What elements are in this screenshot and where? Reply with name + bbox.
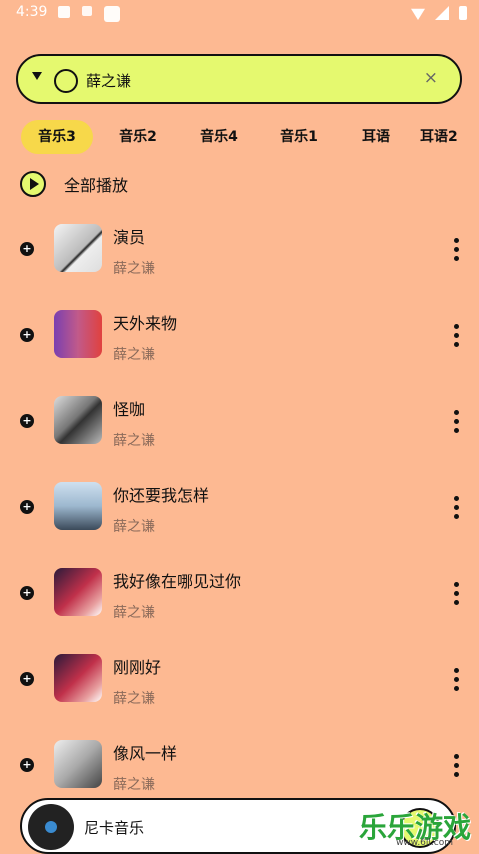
list-item[interactable]: + 怪咖 薛之谦	[0, 386, 479, 472]
add-icon[interactable]: +	[20, 414, 34, 428]
more-options-icon[interactable]	[453, 668, 461, 692]
more-options-icon[interactable]	[453, 410, 461, 434]
more-options-icon[interactable]	[453, 582, 461, 606]
watermark-url: www.6ll.com	[396, 838, 453, 848]
list-item[interactable]: + 演员 薛之谦	[0, 214, 479, 300]
song-title: 天外来物	[113, 314, 178, 333]
add-icon[interactable]: +	[20, 242, 34, 256]
song-title: 你还要我怎样	[113, 486, 210, 505]
song-artist: 薛之谦	[113, 347, 155, 363]
clear-search-icon[interactable]: ×	[424, 68, 438, 88]
more-options-icon[interactable]	[453, 754, 461, 778]
album-cover	[54, 224, 102, 272]
search-input[interactable]: 薛之谦	[86, 70, 131, 91]
album-cover	[54, 740, 102, 788]
keyboard-notification-icon	[82, 6, 92, 16]
play-all-label: 全部播放	[64, 176, 129, 195]
add-icon[interactable]: +	[20, 758, 34, 772]
song-title: 像风一样	[113, 744, 178, 763]
tab-music4[interactable]: 音乐4	[183, 120, 255, 154]
song-artist: 薛之谦	[113, 605, 155, 621]
more-options-icon[interactable]	[453, 496, 461, 520]
album-cover	[54, 396, 102, 444]
song-artist: 薛之谦	[113, 433, 155, 449]
more-options-icon[interactable]	[453, 238, 461, 262]
song-title: 演员	[113, 228, 146, 247]
song-title: 我好像在哪见过你	[113, 572, 242, 591]
play-all-button[interactable]: 全部播放	[20, 170, 128, 198]
song-title: 刚刚好	[113, 658, 162, 677]
battery-icon	[459, 6, 467, 20]
more-options-icon[interactable]	[453, 324, 461, 348]
signal-icon	[435, 6, 449, 20]
album-cover	[54, 568, 102, 616]
dropdown-arrow-icon[interactable]	[32, 72, 42, 80]
album-cover	[54, 310, 102, 358]
tab-music1[interactable]: 音乐1	[263, 120, 335, 154]
search-bar[interactable]: 薛之谦 ×	[16, 54, 462, 104]
status-time: 4:39	[16, 4, 48, 20]
wifi-icon	[411, 8, 425, 20]
tab-whisper2[interactable]: 耳语2	[420, 120, 479, 154]
tab-whisper[interactable]: 耳语	[340, 120, 412, 154]
list-item[interactable]: + 天外来物 薛之谦	[0, 300, 479, 386]
tab-music2[interactable]: 音乐2	[102, 120, 174, 154]
song-artist: 薛之谦	[113, 519, 155, 535]
add-icon[interactable]: +	[20, 500, 34, 514]
tab-music3[interactable]: 音乐3	[21, 120, 93, 154]
vinyl-disc-icon[interactable]	[28, 804, 74, 850]
player-title: 尼卡音乐	[84, 819, 145, 837]
add-icon[interactable]: +	[20, 672, 34, 686]
square-notification-icon	[104, 6, 120, 22]
list-item[interactable]: + 我好像在哪见过你 薛之谦	[0, 558, 479, 644]
song-artist: 薛之谦	[113, 777, 155, 793]
album-cover	[54, 482, 102, 530]
add-icon[interactable]: +	[20, 586, 34, 600]
album-cover	[54, 654, 102, 702]
song-artist: 薛之谦	[113, 261, 155, 277]
app-notification-icon	[58, 6, 70, 18]
play-icon	[20, 171, 46, 197]
add-icon[interactable]: +	[20, 328, 34, 342]
system-icons	[411, 6, 467, 20]
list-item[interactable]: + 刚刚好 薛之谦	[0, 644, 479, 730]
notification-icons	[58, 6, 120, 22]
search-circle-icon	[54, 69, 78, 93]
song-title: 怪咖	[113, 400, 146, 419]
song-artist: 薛之谦	[113, 691, 155, 707]
list-item[interactable]: + 你还要我怎样 薛之谦	[0, 472, 479, 558]
category-tabs: 音乐3 音乐2 音乐4 音乐1 耳语 耳语2	[0, 120, 479, 156]
status-bar: 4:39	[0, 0, 479, 28]
